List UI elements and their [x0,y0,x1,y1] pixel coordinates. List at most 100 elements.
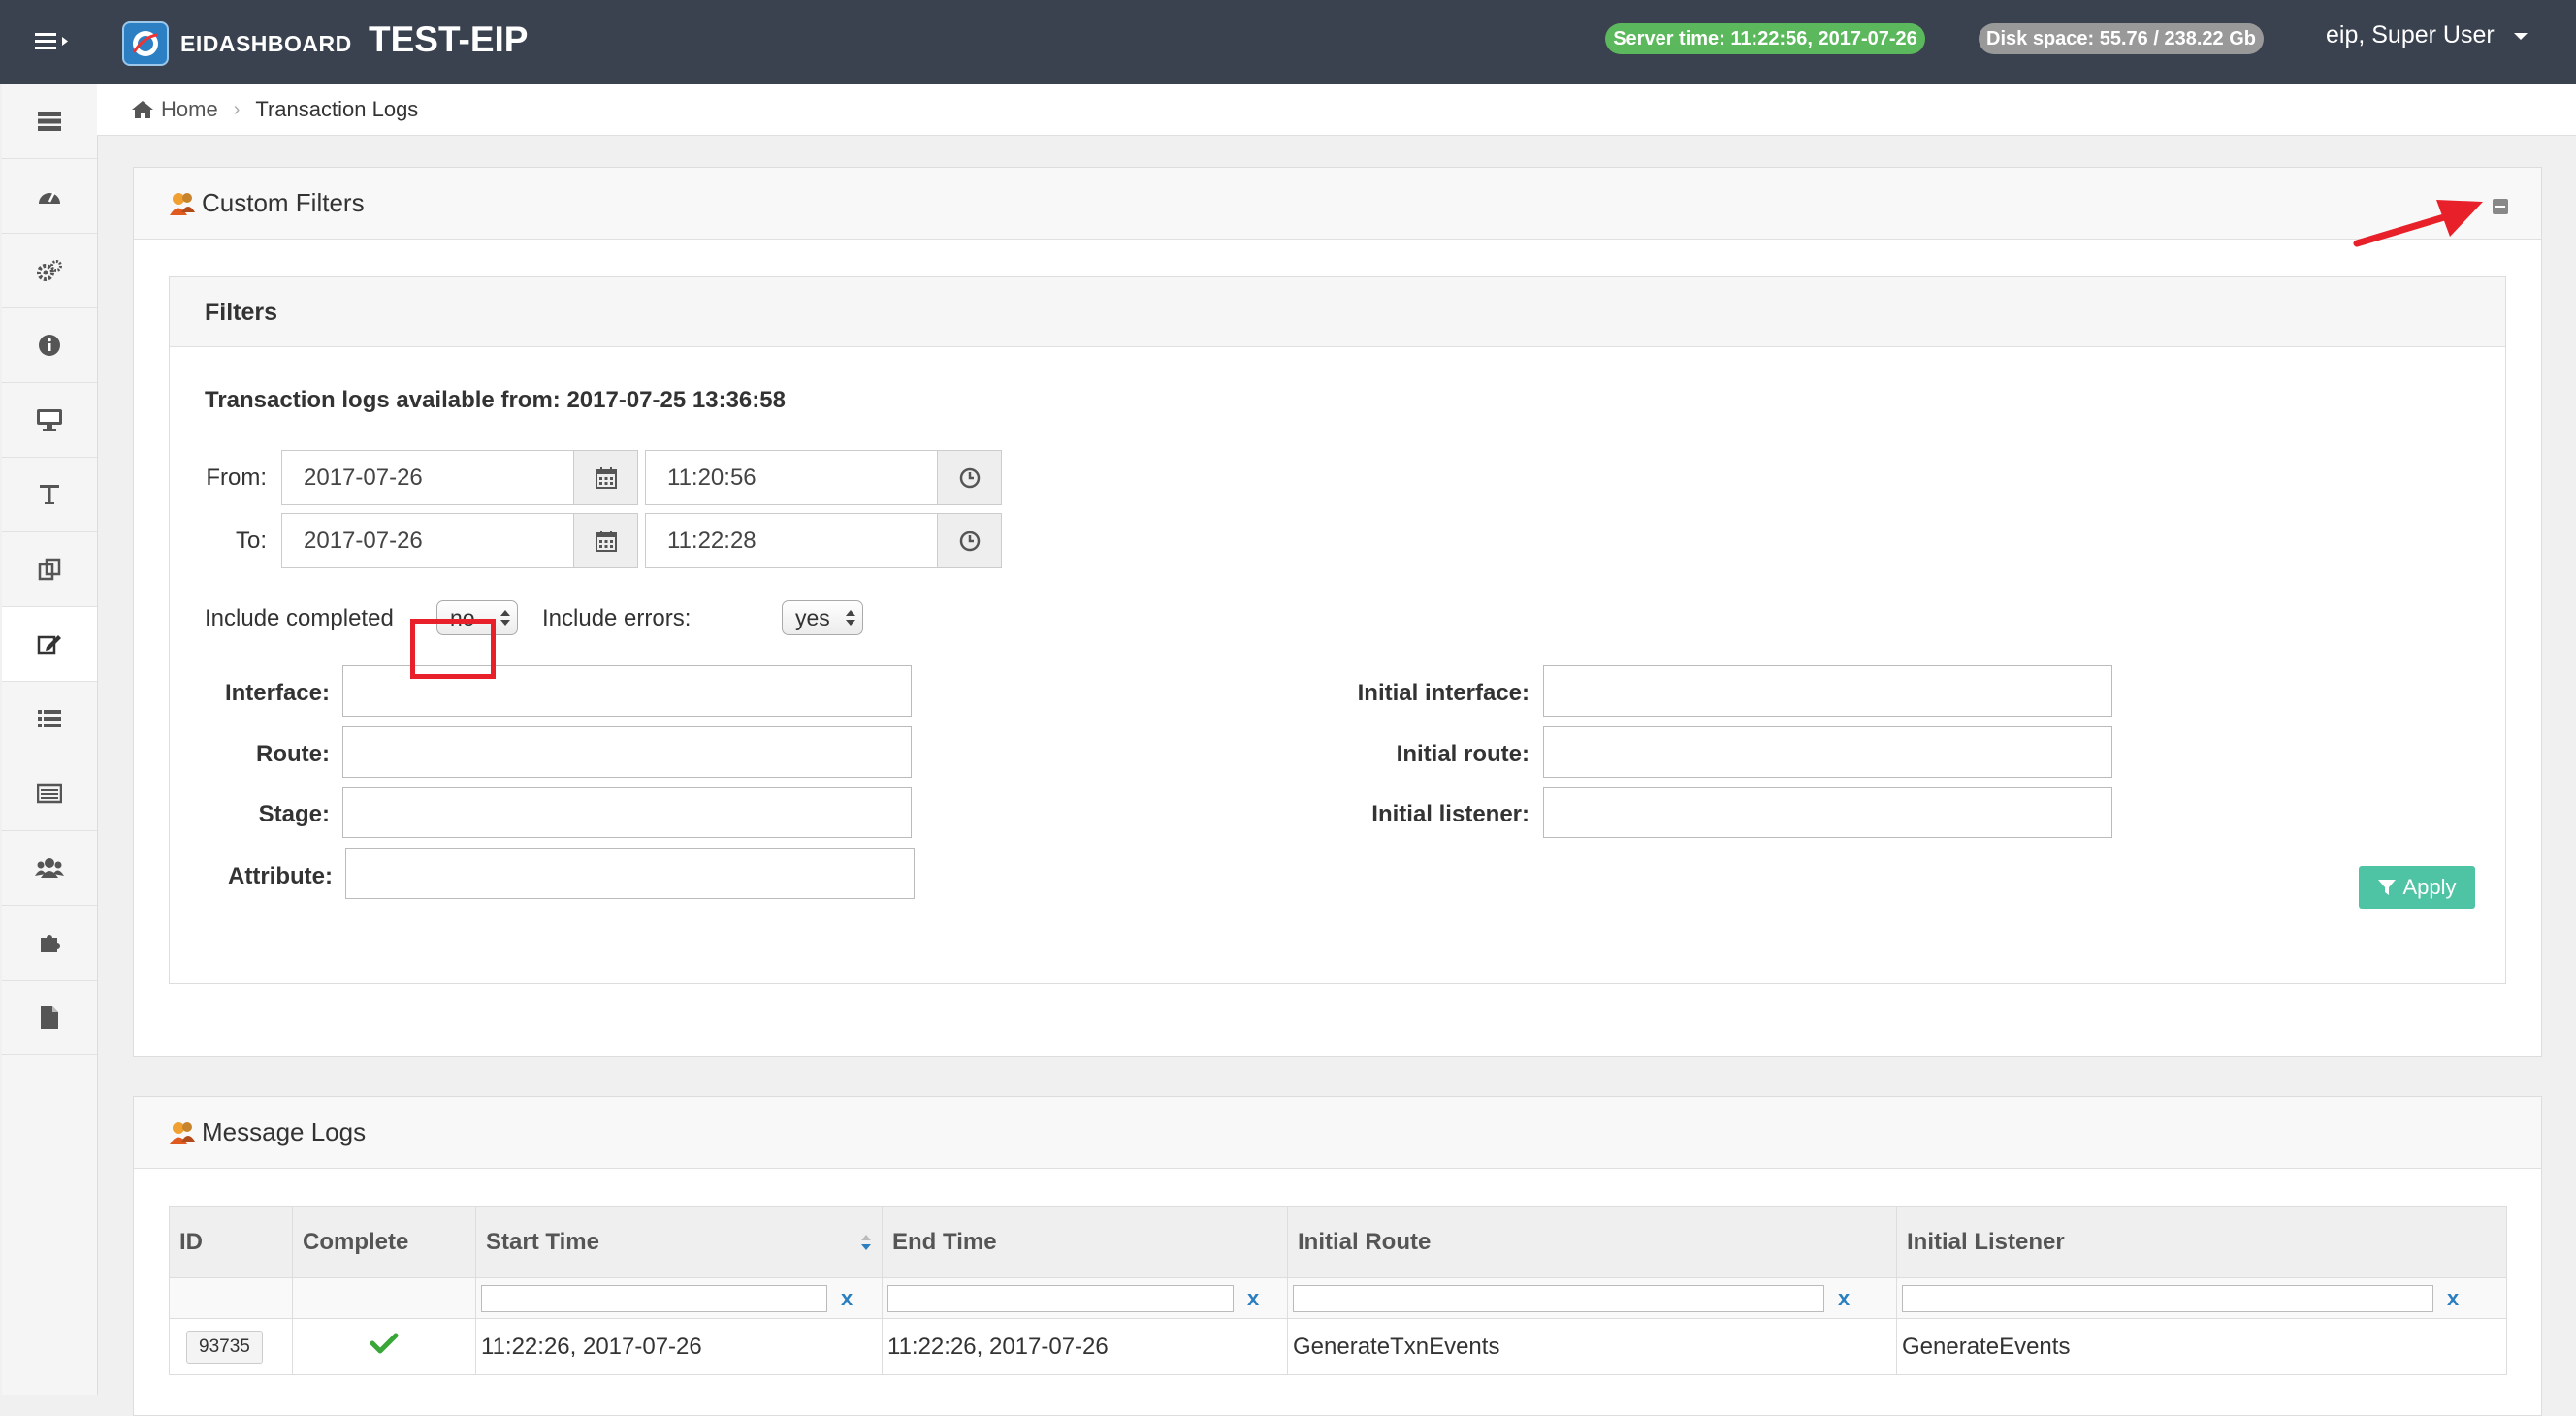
route-input[interactable] [342,726,912,778]
filter-icon [2378,880,2397,895]
start-time-clear-button[interactable]: x [841,1286,853,1311]
sidebar-item-table[interactable] [2,756,97,831]
message-logs-title: Message Logs [202,1117,367,1146]
stage-input[interactable] [342,787,912,838]
breadcrumb-home[interactable]: Home [132,97,218,122]
filters-heading: Filters [170,277,2505,347]
to-label: To: [235,528,267,554]
initial-route-input[interactable] [1543,726,2112,778]
breadcrumb-current: Transaction Logs [255,97,419,121]
apply-button[interactable]: Apply [2359,866,2475,909]
highlight-box [410,619,496,679]
sidebar-item-servers[interactable] [2,84,97,159]
filter-cell-start-time: x [475,1277,883,1319]
from-time-picker-button[interactable] [938,450,1002,505]
column-filter-row: x x x x [169,1277,2507,1319]
column-header-id[interactable]: ID [169,1206,293,1278]
brand-logo[interactable] [122,21,169,66]
to-date-picker-button[interactable] [574,513,638,568]
start-time-filter-input[interactable] [481,1284,827,1312]
sidebar-item-list[interactable] [2,682,97,756]
id-badge[interactable]: 93735 [186,1330,263,1364]
to-time-picker-button[interactable] [938,513,1002,568]
filter-cell-initial-route: x [1287,1277,1897,1319]
sidebar-item-plugins[interactable] [2,906,97,981]
menu-toggle-icon[interactable] [35,25,78,58]
sidebar-item-files[interactable] [2,981,97,1055]
to-time-input[interactable]: 11:22:28 [645,513,938,568]
file-icon [41,1006,58,1029]
route-label: Route: [256,741,330,767]
disk-space-badge: Disk space: 55.76 / 238.22 Gb [1979,23,2264,54]
from-date-picker-button[interactable] [574,450,638,505]
message-logs-heading: Message Logs [134,1097,2541,1169]
gears-icon [37,260,62,281]
sidebar-item-transaction-logs[interactable] [2,607,97,682]
user-name: eip, Super User [2326,21,2495,48]
column-header-end-time[interactable]: End Time [882,1206,1288,1278]
filter-cell-id [169,1277,293,1319]
end-time-filter-input[interactable] [887,1284,1234,1312]
include-errors-label: Include errors: [542,605,692,631]
sidebar-item-monitor[interactable] [2,383,97,458]
annotation-arrow-icon [2353,200,2483,247]
calendar-icon [595,530,617,552]
sidebar-item-dashboard[interactable] [2,159,97,234]
sidebar-item-settings[interactable] [2,234,97,308]
initial-interface-label: Initial interface: [1357,680,1530,706]
custom-filters-heading: Custom Filters [134,168,2541,240]
message-logs-table: ID Complete Start Time End Time Initial … [169,1206,2507,1375]
filter-cell-complete [292,1277,476,1319]
sidebar-item-users[interactable] [2,831,97,906]
breadcrumb-separator: › [233,98,241,120]
column-header-start-time[interactable]: Start Time [475,1206,883,1278]
sidebar-item-copy[interactable] [2,532,97,607]
stage-label: Stage: [258,801,330,827]
column-header-initial-listener[interactable]: Initial Listener [1896,1206,2507,1278]
sidebar-item-text[interactable] [2,458,97,532]
custom-filters-panel: Custom Filters Filters Transaction logs … [133,167,2542,1057]
include-errors-select[interactable]: yes [782,600,863,635]
apply-button-label: Apply [2402,875,2457,899]
attribute-input[interactable] [345,848,915,899]
table-row[interactable]: 93735 11:22:26, 2017-07-26 11:22:26, 201… [169,1318,2507,1375]
dashboard-icon [39,191,60,204]
filter-cell-end-time: x [882,1277,1288,1319]
initial-interface-input[interactable] [1543,665,2112,717]
include-errors-value: yes [795,605,830,630]
sidebar-item-info[interactable] [2,308,97,383]
brand-name[interactable]: EIDASHBOARD [180,31,352,57]
collapse-panel-button[interactable] [2493,199,2508,214]
attribute-label: Attribute: [228,863,333,889]
server-icon [38,112,61,131]
end-time-clear-button[interactable]: x [1247,1286,1259,1311]
to-date-group: 2017-07-26 [281,513,638,568]
from-time-input[interactable]: 11:20:56 [645,450,938,505]
from-time-group: 11:20:56 [645,450,1002,505]
initial-route-cell: GenerateTxnEvents [1287,1318,1897,1375]
sort-icon [861,1235,871,1250]
column-header-complete[interactable]: Complete [292,1206,476,1278]
to-date-input[interactable]: 2017-07-26 [281,513,574,568]
column-header-initial-route[interactable]: Initial Route [1287,1206,1897,1278]
caret-down-icon [2513,32,2528,40]
users-icon [170,192,195,215]
copy-icon [38,558,61,581]
sidebar [2,84,98,1395]
interface-label: Interface: [224,680,330,706]
text-icon [40,485,59,504]
initial-route-clear-button[interactable]: x [1838,1286,1850,1311]
from-date-input[interactable]: 2017-07-26 [281,450,574,505]
clock-icon [959,531,980,551]
initial-listener-clear-button[interactable]: x [2447,1286,2459,1311]
to-time-group: 11:22:28 [645,513,1002,568]
user-menu[interactable]: eip, Super User [2326,21,2528,49]
info-icon [39,335,60,356]
initial-listener-input[interactable] [1543,787,2112,838]
start-time-cell: 11:22:26, 2017-07-26 [475,1318,883,1375]
initial-route-filter-input[interactable] [1293,1284,1824,1312]
table-list-icon [37,783,62,804]
initial-listener-filter-input[interactable] [1902,1284,2433,1312]
from-label: From: [206,465,267,491]
include-completed-label: Include completed [205,605,394,631]
